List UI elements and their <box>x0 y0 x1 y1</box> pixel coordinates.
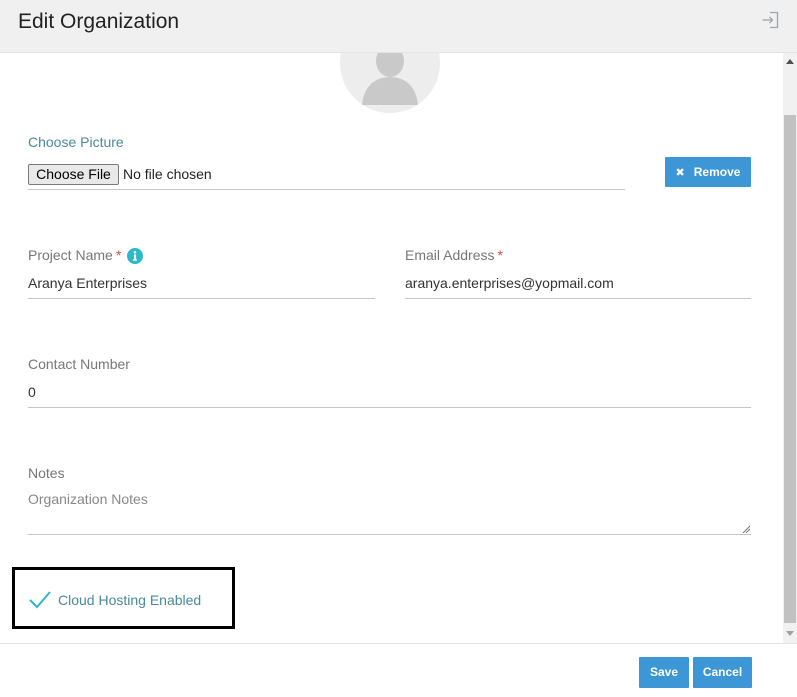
scroll-thumb[interactable] <box>784 115 796 623</box>
avatar <box>340 53 440 113</box>
resize-grip-icon[interactable] <box>742 525 750 533</box>
dialog-title: Edit Organization <box>18 10 180 33</box>
contact-number-label: Contact Number <box>28 356 130 372</box>
file-input-underline <box>28 189 625 190</box>
scroll-up-arrow-icon[interactable] <box>786 58 794 64</box>
email-label: Email Address * <box>405 247 503 263</box>
user-silhouette-icon <box>362 53 418 105</box>
project-name-underline <box>28 298 375 299</box>
remove-button[interactable]: ✖ Remove <box>665 157 751 187</box>
times-icon: ✖ <box>675 167 685 179</box>
info-icon[interactable] <box>127 248 143 264</box>
required-marker: * <box>115 247 122 263</box>
project-name-input[interactable]: Aranya Enterprises <box>28 275 147 291</box>
contact-number-underline <box>28 407 751 408</box>
email-label-text: Email Address <box>405 247 495 263</box>
notes-label: Notes <box>28 465 65 481</box>
project-name-label: Project Name * <box>28 247 121 263</box>
save-button[interactable]: Save <box>639 657 689 688</box>
dialog-header: Edit Organization <box>0 0 797 53</box>
dialog-footer: Save Cancel <box>0 643 797 697</box>
contact-number-input[interactable]: 0 <box>28 384 36 400</box>
project-name-label-text: Project Name <box>28 247 113 263</box>
scroll-down-arrow-icon[interactable] <box>786 631 794 637</box>
file-status-text: No file chosen <box>123 166 212 182</box>
checkmark-icon <box>29 591 51 609</box>
remove-button-label: Remove <box>693 165 741 179</box>
email-underline <box>405 298 751 299</box>
vertical-scrollbar[interactable] <box>783 53 797 643</box>
sign-out-icon[interactable] <box>761 11 779 29</box>
edit-organization-dialog: Edit Organization Choose Picture Choose … <box>0 0 797 697</box>
notes-placeholder: Organization Notes <box>28 491 148 507</box>
choose-picture-label: Choose Picture <box>28 134 124 150</box>
required-marker: * <box>497 247 503 263</box>
choose-file-button[interactable]: Choose File <box>28 164 119 185</box>
cloud-hosting-checkbox[interactable]: Cloud Hosting Enabled <box>12 567 235 629</box>
dialog-body: Choose Picture Choose File No file chose… <box>0 53 783 643</box>
cloud-hosting-label: Cloud Hosting Enabled <box>58 592 202 608</box>
notes-textarea[interactable]: Organization Notes <box>28 489 751 535</box>
cancel-button[interactable]: Cancel <box>693 657 752 688</box>
email-input[interactable]: aranya.enterprises@yopmail.com <box>405 275 614 291</box>
